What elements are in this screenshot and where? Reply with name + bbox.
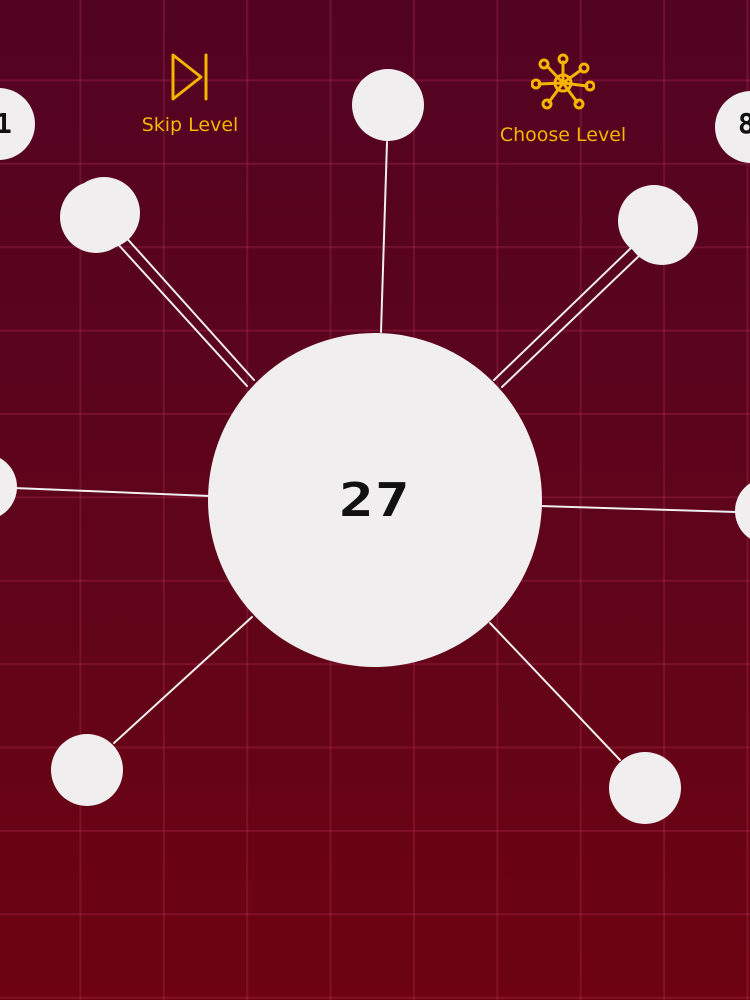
pin-head [352, 69, 424, 141]
pin-shaft [113, 616, 253, 744]
game-screen[interactable]: 27 1 8 Skip Level Choose Level [0, 0, 750, 1000]
pin-shaft [380, 141, 388, 333]
pin-head [68, 177, 140, 249]
choose-level-button[interactable]: Choose Level [468, 52, 658, 150]
pin-shaft [501, 253, 642, 388]
pin-shaft [122, 233, 255, 381]
remaining-pins-counter: 27 [339, 473, 411, 527]
pin-head [735, 483, 750, 539]
pin-head [51, 734, 123, 806]
pin-shaft [493, 245, 634, 381]
edge-pin-label-right: 8 [738, 107, 750, 140]
pin-shaft [539, 505, 737, 513]
pin-head [609, 752, 681, 824]
pin-shaft [115, 241, 248, 387]
pin-shaft [489, 622, 621, 761]
pin-head [0, 458, 17, 516]
skip-forward-icon [171, 53, 208, 101]
level-network-icon [531, 53, 595, 110]
skip-level-button[interactable]: Skip Level [120, 52, 260, 144]
choose-level-label: Choose Level [499, 124, 627, 146]
skip-level-label: Skip Level [141, 114, 239, 136]
pin-head [626, 193, 698, 265]
edge-pin-label-left: 1 [0, 107, 12, 140]
pin-shaft [13, 487, 211, 497]
